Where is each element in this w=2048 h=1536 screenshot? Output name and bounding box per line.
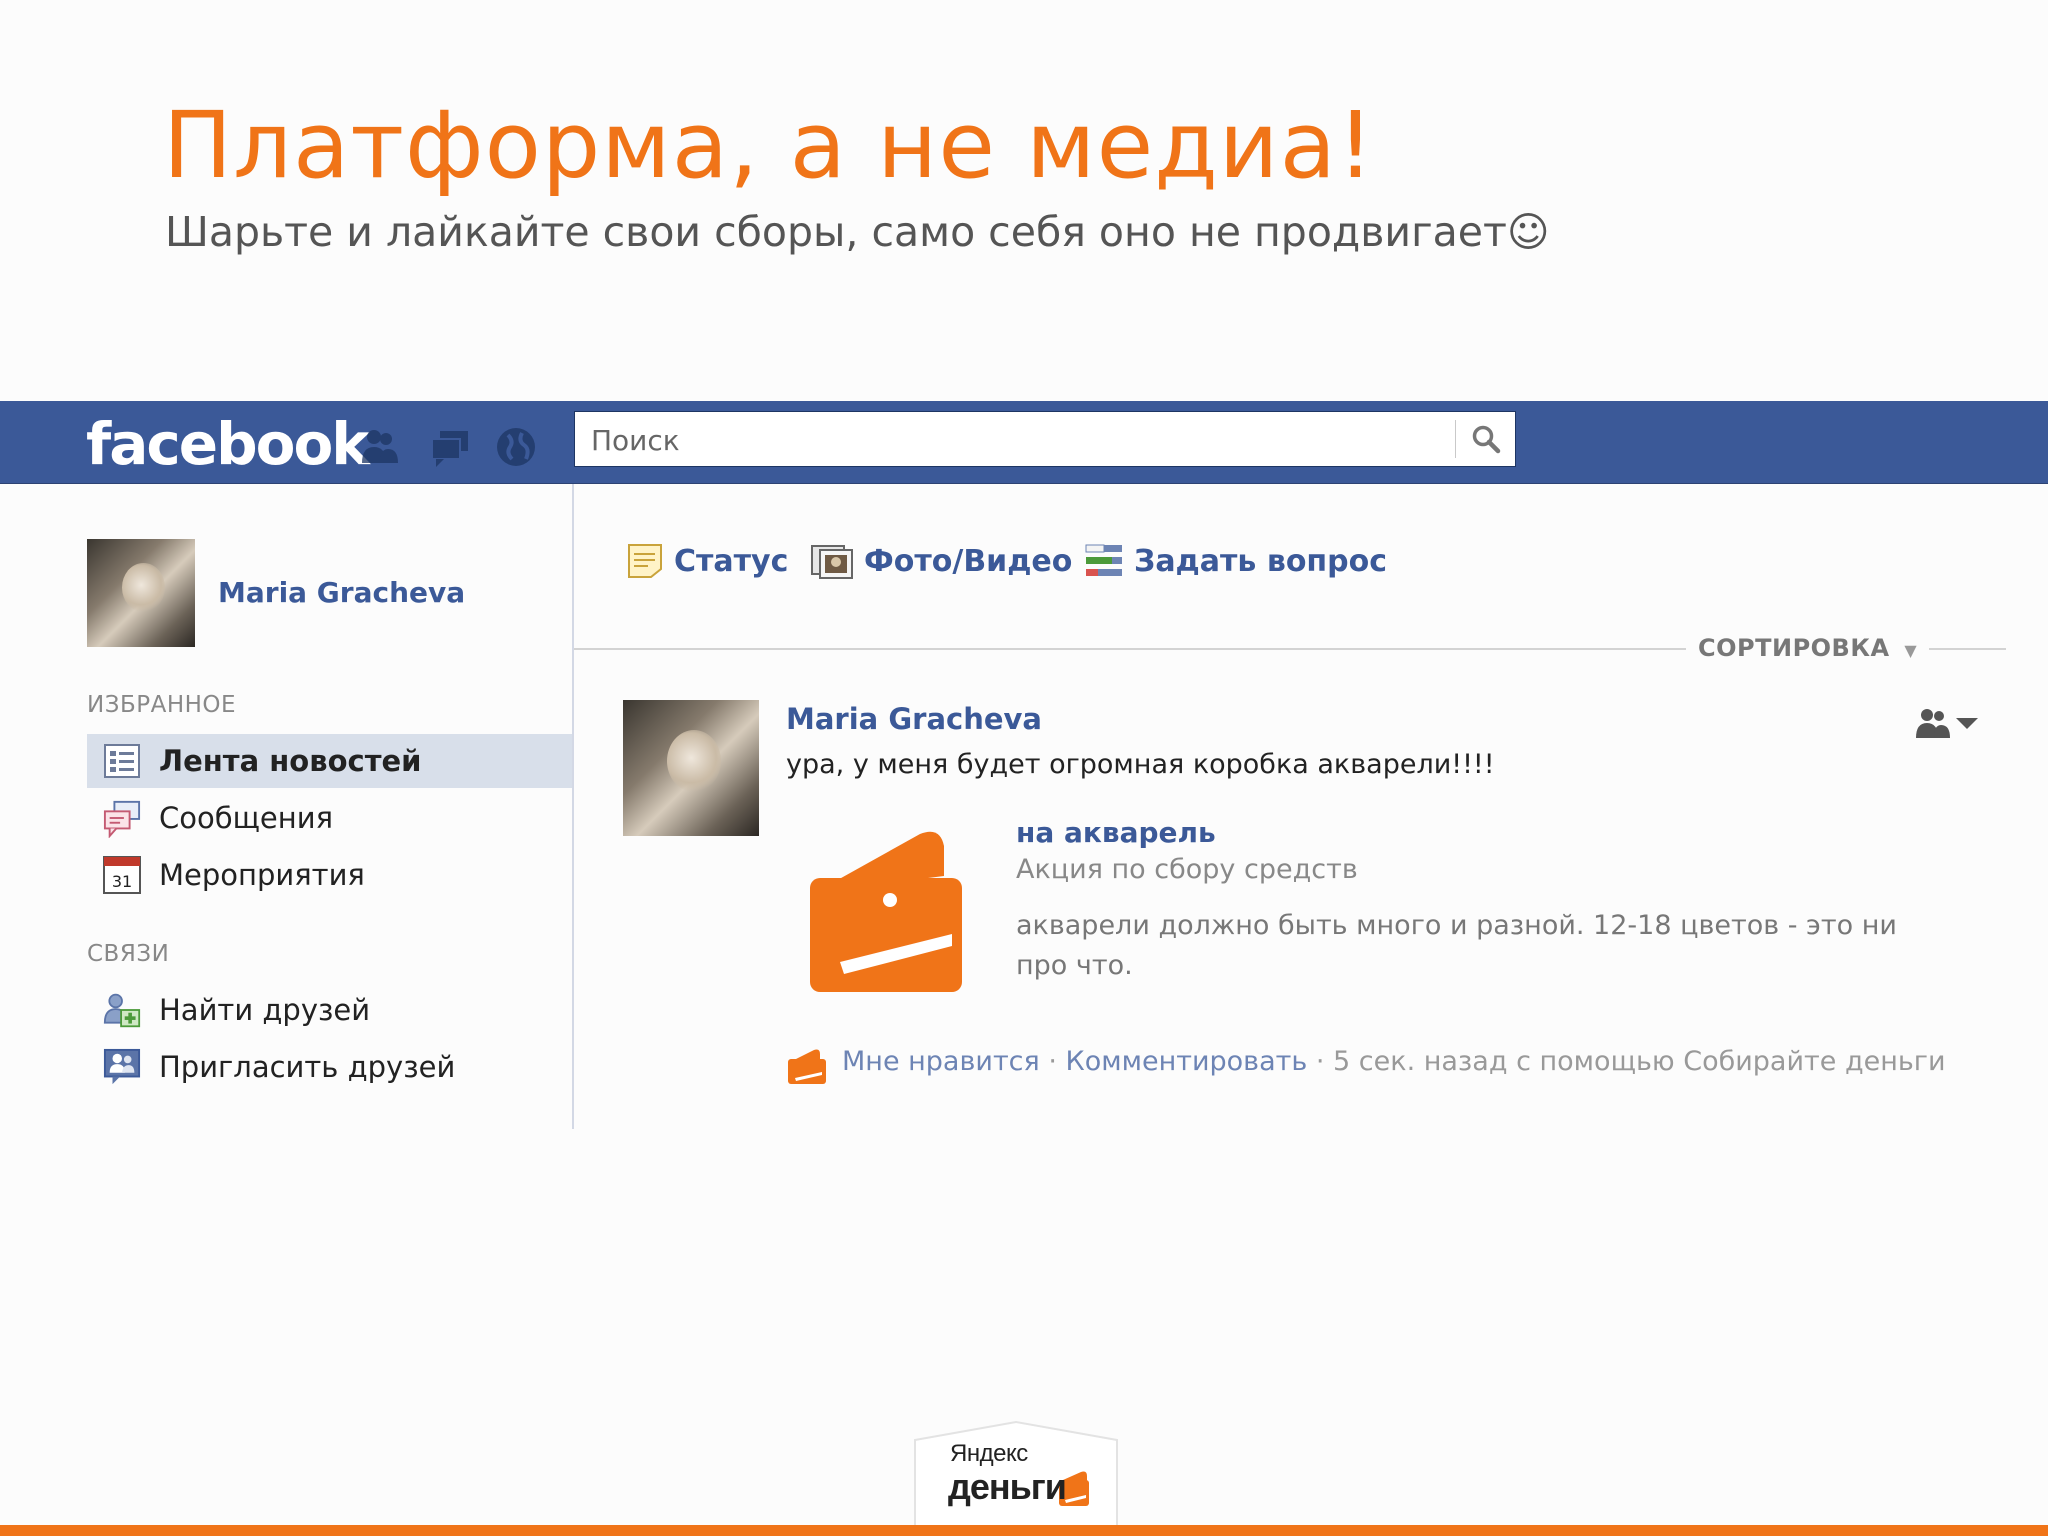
bottom-accent-bar [0,1525,2048,1536]
sidebar-item-find-friends[interactable]: Найти друзей [87,983,572,1037]
post-meta: · 5 сек. назад с помощью Собирайте деньг… [1315,1046,1946,1077]
wallet-attachment-image[interactable] [802,824,968,998]
sidebar-item-label: Пригласить друзей [159,1050,456,1084]
post-footer: Мне нравится · Комментировать · 5 сек. н… [842,1042,1972,1081]
composer-status-button[interactable]: Статус [626,542,788,580]
facebook-logo[interactable]: facebook [86,410,370,478]
sidebar-item-label: Мероприятия [159,858,365,892]
chevron-down-icon: ▼ [1904,641,1918,660]
footer-separator: · [1048,1046,1057,1077]
facebook-top-bar: facebook [0,401,2048,484]
sort-label: СОРТИРОВКА [1698,634,1890,662]
post-privacy-selector[interactable] [1914,706,1980,740]
like-link[interactable]: Мне нравится [842,1046,1040,1077]
composer-question-label: Задать вопрос [1134,543,1388,579]
attachment-title-link[interactable]: на акварель [1016,816,1216,849]
photo-video-icon [811,545,853,579]
search-divider [1455,420,1456,458]
messages-icon [103,799,141,838]
calendar-day: 31 [112,872,132,891]
attachment-caption: Акция по сбору средств [1016,854,1358,885]
news-feed-icon [103,742,141,780]
invite-friends-icon [103,1048,141,1086]
composer-question-button[interactable]: Задать вопрос [1084,542,1387,580]
find-friends-icon [103,991,141,1029]
slide-subtitle: Шарьте и лайкайте свои сборы, само себя … [165,208,1550,256]
yandex-money-logo-line2: деньги [948,1466,1067,1507]
composer-photo-video-button[interactable]: Фото/Видео [810,542,1072,580]
search-box [574,411,1516,467]
status-icon [628,544,662,578]
post-author-avatar[interactable] [623,700,759,836]
sidebar-item-invite-friends[interactable]: Пригласить друзей [87,1040,572,1094]
messages-icon[interactable] [428,425,472,469]
left-sidebar: Maria Gracheva ИЗБРАННОЕ Лента новостей … [0,484,574,1129]
sidebar-item-label: Найти друзей [159,993,371,1027]
main-feed: Статус Фото/Видео Задать вопрос СОРТИРОВ… [574,484,2048,1129]
profile-avatar[interactable] [87,539,195,647]
events-calendar-icon: 31 [103,856,141,894]
sidebar-item-label: Сообщения [159,801,334,835]
friends-icon[interactable] [358,425,402,469]
question-poll-icon [1085,544,1122,576]
yandex-money-logo-line1: Яндекс [950,1440,1028,1467]
post-text: ура, у меня будет огромная коробка аквар… [786,749,1495,780]
app-wallet-icon [788,1049,826,1084]
search-icon [1472,425,1501,454]
sidebar-item-events[interactable]: 31 Мероприятия [87,848,572,902]
sidebar-item-messages[interactable]: Сообщения [87,791,572,845]
attachment-description: акварели должно быть много и разной. 12-… [1016,910,1897,981]
profile-name-link[interactable]: Maria Gracheva [218,576,465,609]
sidebar-item-label: Лента новостей [159,744,422,778]
search-input[interactable] [589,420,1453,460]
connections-header: СВЯЗИ [87,941,170,967]
notifications-globe-icon[interactable] [494,425,538,469]
post-author-link[interactable]: Maria Gracheva [786,702,1042,736]
comment-link[interactable]: Комментировать [1066,1046,1308,1077]
composer-status-label: Статус [674,543,789,579]
sidebar-item-news-feed[interactable]: Лента новостей [87,734,572,788]
search-button[interactable] [1461,416,1511,462]
composer-photo-video-label: Фото/Видео [864,543,1073,579]
slide-title: Платформа, а не медиа! [163,92,1375,199]
favorites-header: ИЗБРАННОЕ [87,692,237,718]
chevron-down-icon [1956,718,1978,729]
sort-dropdown[interactable]: СОРТИРОВКА ▼ [1686,634,1930,662]
friends-privacy-icon [1916,709,1950,738]
